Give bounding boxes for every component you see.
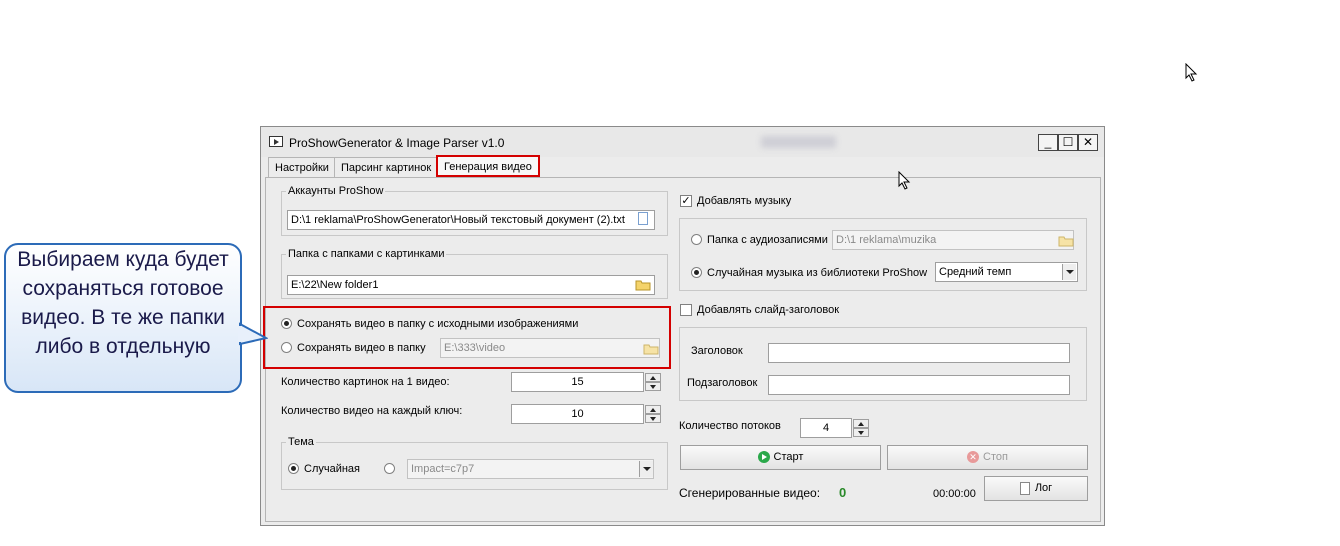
title-bar[interactable]: ProShowGenerator & Image Parser v1.0 _ ☐… [261,127,1104,157]
theme-group-label: Тема [286,436,316,448]
folder-icon[interactable] [635,278,651,291]
tab-image-parsing[interactable]: Парсинг картинок [334,157,439,177]
close-button[interactable]: ✕ [1078,134,1098,151]
window-title: ProShowGenerator & Image Parser v1.0 [289,136,505,150]
stop-button-label: Стоп [983,451,1008,463]
stop-icon: ✕ [967,451,980,464]
theme-specific-radio[interactable] [384,463,395,474]
images-per-video-input[interactable]: 15 [511,372,644,392]
stepper-down-icon[interactable] [853,428,869,437]
start-button[interactable]: Старт [680,445,881,470]
stepper-up-icon[interactable] [853,419,869,428]
random-music-radio[interactable] [691,267,702,278]
theme-random-radio[interactable] [288,463,299,474]
tempo-select[interactable]: Средний темп [935,262,1078,282]
callout-pointer [238,322,268,346]
title-input[interactable] [768,343,1070,363]
document-icon[interactable] [638,212,648,225]
stop-button[interactable]: ✕ Стоп [887,445,1088,470]
mouse-cursor-icon [1185,63,1198,82]
log-button-label: Лог [1034,482,1053,494]
tab-video-generation[interactable]: Генерация видео [436,155,540,177]
add-title-slide-checkbox[interactable] [680,304,692,316]
stepper-up-icon[interactable] [645,405,661,414]
threads-label: Количество потоков [679,420,781,432]
play-icon [757,451,770,464]
chevron-down-icon[interactable] [1062,264,1076,280]
stepper-down-icon[interactable] [645,414,661,423]
videos-per-key-input[interactable]: 10 [511,404,644,424]
folder-icon[interactable] [1058,234,1074,247]
app-icon [269,136,283,147]
videos-per-key-label: Количество видео на каждый ключ: [281,405,463,417]
audio-folder-field[interactable]: D:\1 reklama\muzika [832,230,1074,250]
stepper-up-icon[interactable] [645,373,661,382]
save-options-highlight [263,306,671,369]
subtitle-input[interactable] [768,375,1070,395]
generated-videos-label: Сгенерированные видео: [679,486,821,500]
images-per-video-stepper[interactable] [645,373,661,391]
accounts-path-field[interactable]: D:\1 reklama\ProShowGenerator\Новый текс… [287,210,655,230]
audio-folder-radio[interactable] [691,234,702,245]
minimize-button[interactable]: _ [1038,134,1058,151]
log-button[interactable]: Лог [984,476,1088,501]
add-music-checkbox[interactable]: ✓ [680,195,692,207]
theme-random-label: Случайная [304,463,361,475]
stepper-down-icon[interactable] [645,382,661,391]
random-music-label: Случайная музыка из библиотеки ProShow [707,267,928,279]
threads-input[interactable]: 4 [800,418,852,438]
images-folder-field[interactable]: E:\22\New folder1 [287,275,655,295]
generated-videos-count: 0 [839,485,847,500]
subtitle-label: Подзаголовок [687,377,758,389]
tab-settings[interactable]: Настройки [268,157,336,177]
timer: 00:00:00 [933,488,976,500]
mouse-cursor-icon [898,171,911,190]
accounts-group-label: Аккаунты ProShow [286,185,386,197]
maximize-button[interactable]: ☐ [1058,134,1078,151]
blurred-title-suffix [761,136,836,148]
images-folder-label: Папка с папками с картинками [286,248,447,260]
title-label: Заголовок [691,345,743,357]
theme-select[interactable]: Impact=c7p7 [407,459,654,479]
threads-stepper[interactable] [853,419,869,437]
videos-per-key-stepper[interactable] [645,405,661,423]
add-music-label: Добавлять музыку [697,195,792,207]
chevron-down-icon[interactable] [639,461,653,477]
add-title-slide-label: Добавлять слайд-заголовок [697,304,840,316]
callout-text: Выбираем куда будет сохраняться готовое … [17,248,229,358]
audio-folder-label: Папка с аудиозаписями [707,234,828,246]
start-button-label: Старт [773,451,804,463]
log-icon [1019,481,1030,495]
images-per-video-label: Количество картинок на 1 видео: [281,376,450,388]
